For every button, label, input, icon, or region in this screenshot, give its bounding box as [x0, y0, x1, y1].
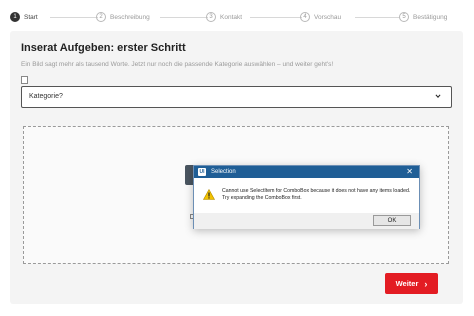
step-connector: [50, 17, 98, 18]
page-title: Inserat Aufgeben: erster Schritt: [21, 42, 186, 54]
step-connector: [160, 17, 208, 18]
step-number: 4: [300, 12, 310, 22]
progress-stepper: 1 Start 2 Beschreibung 3 Kontakt 4 Vorsc…: [10, 11, 460, 23]
dialog-body: Cannot use SelectItem for ComboBox becau…: [194, 178, 419, 229]
step-vorschau[interactable]: 4 Vorschau: [300, 11, 341, 23]
warning-icon: [203, 189, 215, 200]
dialog-title: Selection: [211, 169, 236, 175]
step-connector: [355, 17, 400, 18]
ok-button[interactable]: OK: [373, 215, 411, 226]
step-label: Vorschau: [314, 13, 342, 21]
step-bestaetigung[interactable]: 5 Bestätigung: [399, 11, 447, 23]
selection-dialog: UI Selection ✕ Cannot use SelectItem for…: [193, 165, 420, 229]
step-beschreibung[interactable]: 2 Beschreibung: [96, 11, 150, 23]
page-subtitle: Ein Bild sagt mehr als tausend Worte. Je…: [21, 61, 334, 68]
chevron-right-icon: ›: [424, 278, 428, 289]
step-number: 1: [10, 12, 20, 22]
app-icon: UI: [198, 168, 206, 176]
close-icon[interactable]: ✕: [406, 167, 413, 176]
dialog-titlebar: UI Selection ✕: [194, 166, 419, 178]
step-number: 5: [399, 12, 409, 22]
step-kontakt[interactable]: 3 Kontakt: [206, 11, 242, 23]
step-number: 3: [206, 12, 216, 22]
page: 1 Start 2 Beschreibung 3 Kontakt 4 Vorsc…: [0, 0, 474, 316]
next-button-label: Weiter: [395, 279, 419, 288]
checkbox[interactable]: [21, 76, 28, 84]
dialog-message-line: Try expanding the ComboBox first.: [222, 195, 302, 201]
dialog-message: Cannot use SelectItem for ComboBox becau…: [222, 188, 412, 202]
step-label: Bestätigung: [413, 13, 448, 21]
step-start[interactable]: 1 Start: [10, 11, 38, 23]
step-label: Kontakt: [220, 13, 243, 21]
step-label: Beschreibung: [110, 13, 150, 21]
category-select[interactable]: Kategorie?: [21, 86, 452, 108]
dialog-footer: OK: [194, 213, 419, 229]
chevron-down-icon: [435, 94, 441, 99]
category-select-value: Kategorie?: [29, 93, 63, 100]
step-connector: [250, 17, 302, 18]
step-label: Start: [24, 13, 38, 21]
step-number: 2: [96, 12, 106, 22]
dialog-message-line: Cannot use SelectItem for ComboBox becau…: [222, 188, 411, 194]
next-button[interactable]: Weiter ›: [385, 273, 438, 294]
